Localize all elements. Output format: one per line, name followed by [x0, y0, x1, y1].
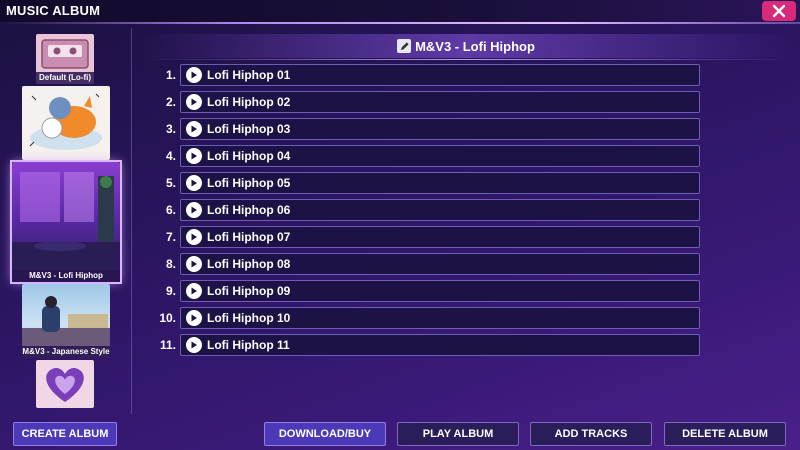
track-number: 1. [165, 68, 176, 82]
track-title: Lofi Hiphop 06 [207, 203, 291, 217]
track-title: Lofi Hiphop 02 [207, 95, 291, 109]
album-caption: Default (Lo-fi) [36, 72, 94, 84]
title-bar: MUSIC ALBUM [0, 0, 800, 24]
play-album-button[interactable]: PLAY ALBUM [397, 422, 519, 446]
album-thumb-default[interactable]: Default (Lo-fi) [36, 34, 94, 84]
create-album-button[interactable]: CREATE ALBUM [13, 422, 117, 446]
album-thumb-lofi-hiphop[interactable]: M&V3 - Lofi Hiphop [10, 160, 122, 284]
track-row: 1. Lofi Hiphop 01 [150, 64, 700, 86]
track-title: Lofi Hiphop 03 [207, 122, 291, 136]
album-caption: M&V3 - Japanese Style [22, 346, 110, 358]
track-item[interactable]: Lofi Hiphop 04 [180, 145, 700, 167]
track-row: 9. Lofi Hiphop 09 [150, 280, 700, 302]
track-number: 10. [159, 311, 176, 325]
track-number: 11. [159, 338, 176, 352]
play-icon[interactable] [186, 175, 202, 191]
track-item[interactable]: Lofi Hiphop 05 [180, 172, 700, 194]
track-item[interactable]: Lofi Hiphop 02 [180, 91, 700, 113]
album-thumb-cats[interactable] [22, 86, 110, 160]
track-number: 7. [165, 230, 176, 244]
album-cover-image [22, 86, 110, 160]
play-icon[interactable] [186, 148, 202, 164]
track-number: 3. [165, 122, 176, 136]
track-row: 11. Lofi Hiphop 11 [150, 334, 700, 356]
track-row: 8. Lofi Hiphop 08 [150, 253, 700, 275]
track-item[interactable]: Lofi Hiphop 10 [180, 307, 700, 329]
play-icon[interactable] [186, 121, 202, 137]
add-tracks-button[interactable]: ADD TRACKS [530, 422, 652, 446]
album-cover-image [12, 162, 120, 282]
track-title: Lofi Hiphop 05 [207, 176, 291, 190]
track-title: Lofi Hiphop 09 [207, 284, 291, 298]
track-row: 4. Lofi Hiphop 04 [150, 145, 700, 167]
app-title: MUSIC ALBUM [6, 3, 101, 18]
track-item[interactable]: Lofi Hiphop 11 [180, 334, 700, 356]
play-icon[interactable] [186, 94, 202, 110]
track-row: 10. Lofi Hiphop 10 [150, 307, 700, 329]
track-title: Lofi Hiphop 04 [207, 149, 291, 163]
track-row: 2. Lofi Hiphop 02 [150, 91, 700, 113]
track-number: 5. [165, 176, 176, 190]
track-title: Lofi Hiphop 01 [207, 68, 291, 82]
track-item[interactable]: Lofi Hiphop 07 [180, 226, 700, 248]
album-header: M&V3 - Lofi Hiphop [140, 34, 792, 60]
delete-album-button[interactable]: DELETE ALBUM [664, 422, 786, 446]
track-number: 9. [165, 284, 176, 298]
track-row: 6. Lofi Hiphop 06 [150, 199, 700, 221]
track-title: Lofi Hiphop 10 [207, 311, 291, 325]
play-icon[interactable] [186, 67, 202, 83]
track-title: Lofi Hiphop 07 [207, 230, 291, 244]
album-sidebar: Default (Lo-fi) M&V3 - Lofi Hiphop M&V3 … [0, 28, 132, 414]
track-row: 3. Lofi Hiphop 03 [150, 118, 700, 140]
close-icon [772, 4, 786, 18]
track-number: 8. [165, 257, 176, 271]
download-buy-button[interactable]: DOWNLOAD/BUY [264, 422, 386, 446]
album-cover-image [36, 360, 94, 408]
track-title: Lofi Hiphop 08 [207, 257, 291, 271]
track-item[interactable]: Lofi Hiphop 01 [180, 64, 700, 86]
play-icon[interactable] [186, 337, 202, 353]
track-row: 7. Lofi Hiphop 07 [150, 226, 700, 248]
play-icon[interactable] [186, 256, 202, 272]
track-number: 6. [165, 203, 176, 217]
track-title: Lofi Hiphop 11 [207, 338, 290, 352]
close-button[interactable] [762, 1, 796, 21]
play-icon[interactable] [186, 202, 202, 218]
track-row: 5. Lofi Hiphop 05 [150, 172, 700, 194]
edit-icon[interactable] [397, 39, 412, 53]
album-title: M&V3 - Lofi Hiphop [415, 38, 535, 54]
album-thumb-heart[interactable] [36, 360, 94, 408]
play-icon[interactable] [186, 283, 202, 299]
album-thumb-japanese-style[interactable]: M&V3 - Japanese Style [22, 284, 110, 358]
track-item[interactable]: Lofi Hiphop 03 [180, 118, 700, 140]
track-number: 2. [165, 95, 176, 109]
album-caption: M&V3 - Lofi Hiphop [12, 270, 120, 282]
play-icon[interactable] [186, 229, 202, 245]
track-number: 4. [165, 149, 176, 163]
track-item[interactable]: Lofi Hiphop 09 [180, 280, 700, 302]
track-item[interactable]: Lofi Hiphop 08 [180, 253, 700, 275]
track-item[interactable]: Lofi Hiphop 06 [180, 199, 700, 221]
play-icon[interactable] [186, 310, 202, 326]
